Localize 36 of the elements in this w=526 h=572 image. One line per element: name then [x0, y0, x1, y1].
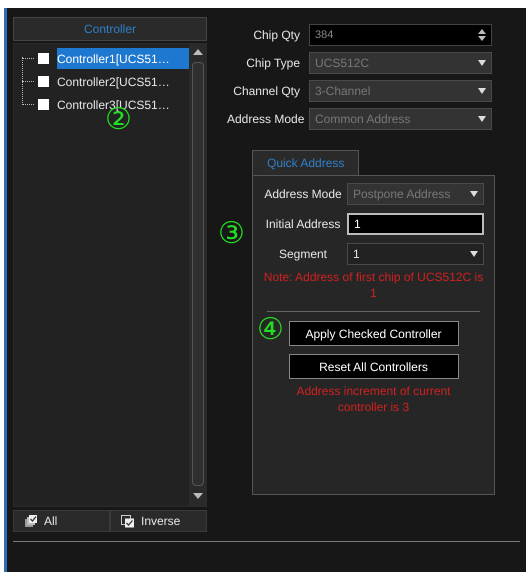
field-label: Chip Type [245, 55, 301, 72]
apply-button[interactable]: Apply Checked Controller [288, 321, 458, 346]
panel-header: Controller [13, 17, 207, 41]
field-label: Address Mode [263, 186, 343, 203]
scrollbar[interactable] [189, 44, 206, 506]
field-label: Address Mode [227, 111, 306, 128]
controller-item[interactable]: Controller1[UCS51… [57, 48, 189, 69]
annotation-number: ③ [218, 218, 245, 250]
field-label: Channel Qty [232, 83, 301, 100]
inverse-button[interactable]: Inverse [110, 510, 207, 532]
dropdown-arrow-icon [470, 251, 478, 257]
input-field[interactable]: 1 [347, 213, 484, 235]
checkbox[interactable] [38, 53, 49, 64]
scroll-up-icon[interactable] [192, 48, 204, 56]
dropdown-arrow-icon [478, 88, 486, 94]
field-label: Initial Address [264, 216, 342, 233]
reset-button[interactable]: Reset All Controllers [288, 354, 458, 379]
stacked-checkbox-icon [24, 514, 38, 528]
scrollbar-thumb[interactable] [192, 62, 204, 486]
spinner-icon[interactable] [478, 29, 486, 41]
controller-item[interactable]: Controller2[UCS51… [57, 71, 189, 92]
dropdown-arrow-icon [478, 60, 486, 66]
dropdown[interactable]: 1 [347, 243, 484, 265]
dropdown-arrow-icon [470, 191, 478, 197]
dropdown-arrow-icon [478, 116, 486, 122]
checkbox[interactable] [38, 99, 49, 110]
scroll-down-icon[interactable] [192, 492, 204, 500]
number-field[interactable]: 384 [309, 24, 492, 46]
field-label: Segment [278, 246, 328, 263]
annotation-number: ④ [257, 314, 284, 346]
field-label: Chip Qty [252, 27, 301, 44]
select-all-button[interactable]: All [13, 510, 110, 532]
checkbox-icon [121, 514, 135, 528]
note-text: Note: Address of first chip of UCS512C is 1 [262, 269, 484, 301]
checkbox[interactable] [38, 76, 49, 87]
increment-note: Address increment of current controller is 3 [295, 383, 452, 415]
